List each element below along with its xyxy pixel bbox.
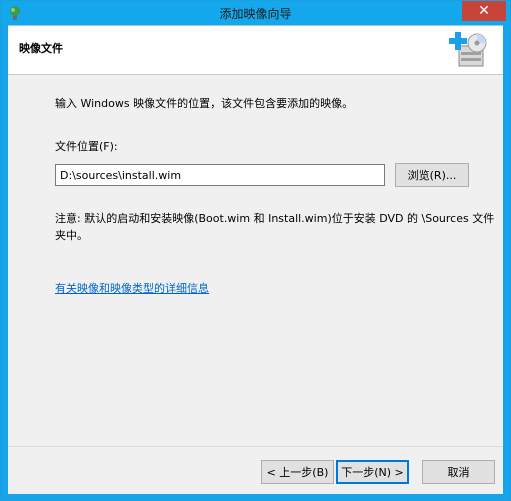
back-button[interactable]: < 上一步(B) [261,460,334,484]
intro-text: 输入 Windows 映像文件的位置，该文件包含要添加的映像。 [55,97,354,110]
wizard-client-area: 映像文件 输入 Windows 映像文件的位置，该文件包含要添加的映像。 文件位… [8,25,503,494]
location-input[interactable] [55,164,385,186]
wizard-header: 映像文件 [8,26,503,75]
note-text-line-2: 夹中。 [55,229,88,242]
close-icon: ✕ [478,3,490,19]
close-button[interactable]: ✕ [462,1,506,21]
image-info-link[interactable]: 有关映像和映像类型的详细信息 [55,280,209,296]
location-label: 文件位置(F): [55,140,118,153]
browse-button[interactable]: 浏览(R)... [395,163,469,187]
note-text-line-1: 注意: 默认的启动和安装映像(Boot.wim 和 Install.wim)位于… [55,212,495,225]
next-button[interactable]: 下一步(N) > [336,460,409,484]
cancel-button[interactable]: 取消 [422,460,495,484]
add-image-disk-icon [449,32,487,67]
page-title: 映像文件 [19,42,63,55]
title-bar[interactable]: 添加映像向导 ✕ [1,1,510,25]
wizard-window: 添加映像向导 ✕ 映像文件 输入 Windows 映像文件的位置，该文件包含要添… [0,0,511,501]
footer-divider [8,446,503,447]
window-title: 添加映像向导 [219,7,292,21]
